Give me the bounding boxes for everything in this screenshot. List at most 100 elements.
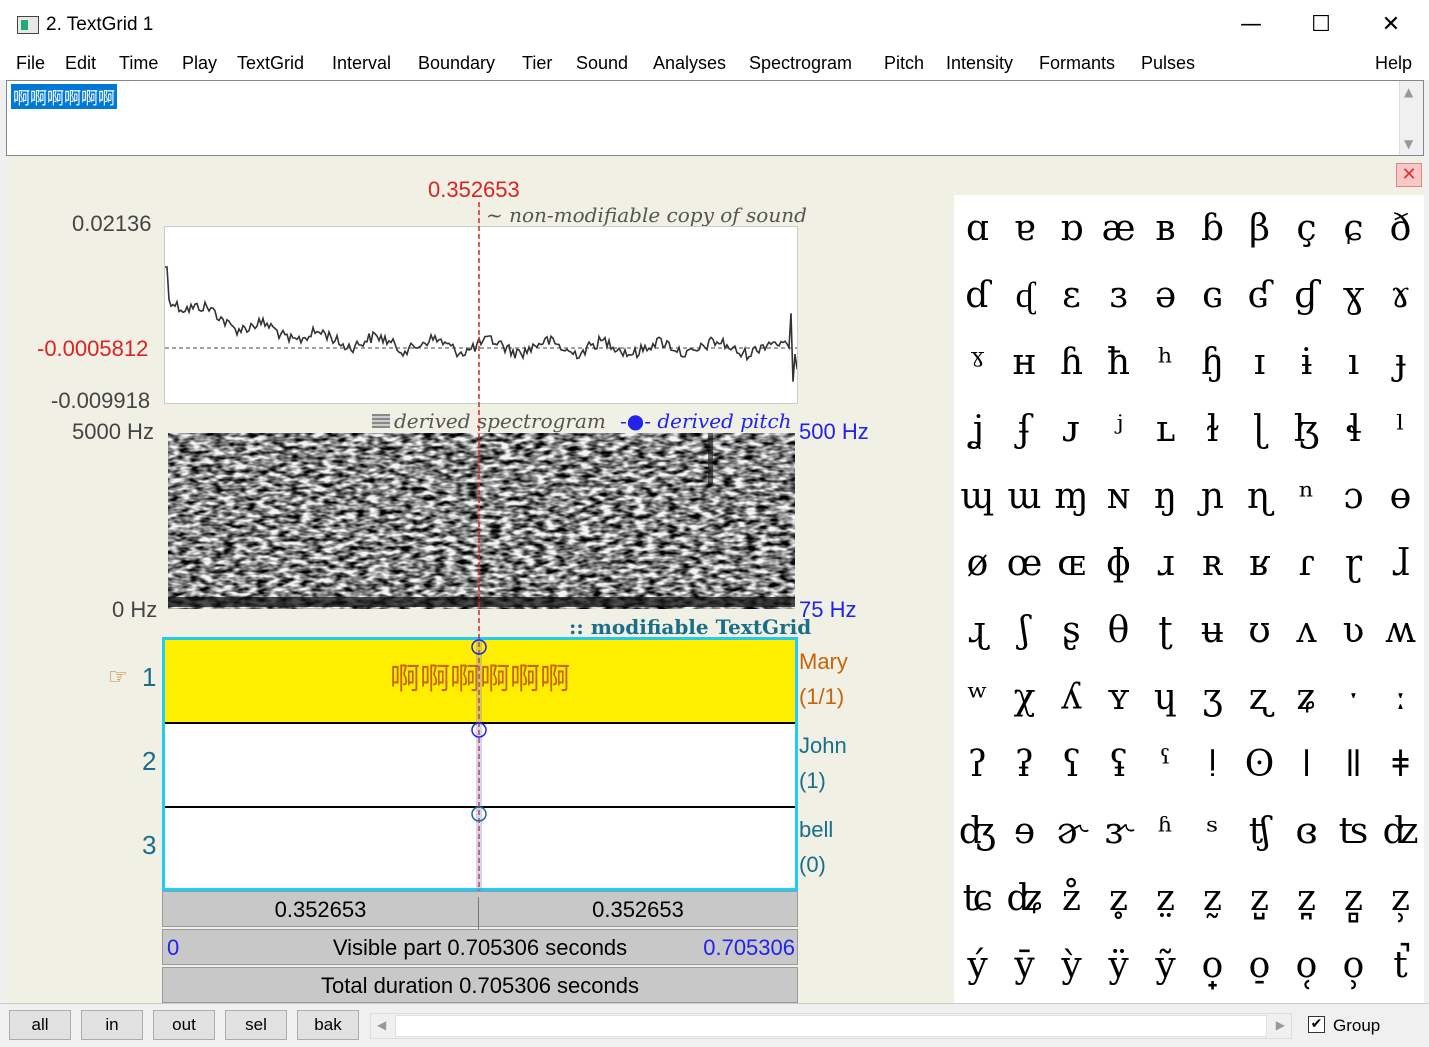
- ipa-symbol-button[interactable]: o̜: [1283, 932, 1330, 999]
- ipa-symbol-button[interactable]: ˤ: [1142, 731, 1189, 798]
- ipa-symbol-button[interactable]: ʙ: [1142, 195, 1189, 262]
- ipa-symbol-button[interactable]: ȳ: [1001, 932, 1048, 999]
- close-ipa-chart-icon[interactable]: ✕: [1396, 163, 1422, 187]
- ipa-symbol-button[interactable]: ʎ: [1048, 664, 1095, 731]
- ipa-symbol-button[interactable]: ʉ: [1189, 597, 1236, 664]
- ipa-symbol-button[interactable]: ɦ: [1048, 329, 1095, 396]
- ipa-symbol-button[interactable]: ǁ: [1330, 731, 1377, 798]
- ipa-symbol-button[interactable]: ɳ: [1236, 463, 1283, 530]
- ipa-symbol-button[interactable]: ɒ: [1048, 195, 1095, 262]
- ipa-symbol-button[interactable]: z̻: [1330, 865, 1377, 932]
- tier-interval-text[interactable]: 啊啊啊啊啊啊: [165, 640, 795, 720]
- close-window-button[interactable]: ✕: [1356, 0, 1426, 48]
- ipa-symbol-button[interactable]: z̥: [1095, 865, 1142, 932]
- ipa-symbol-button[interactable]: ʄ: [1001, 396, 1048, 463]
- ipa-symbol-button[interactable]: ʝ: [954, 396, 1001, 463]
- ipa-symbol-button[interactable]: ʷ: [954, 664, 1001, 731]
- ipa-symbol-button[interactable]: ˡ: [1377, 396, 1424, 463]
- ipa-symbol-button[interactable]: ʋ: [1330, 597, 1377, 664]
- ipa-symbol-button[interactable]: ɭ: [1236, 396, 1283, 463]
- ipa-symbol-button[interactable]: ỳ: [1048, 932, 1095, 999]
- menu-boundary[interactable]: Boundary: [418, 53, 495, 74]
- ipa-symbol-button[interactable]: ɯ: [1001, 463, 1048, 530]
- ipa-symbol-button[interactable]: ʛ: [1236, 262, 1283, 329]
- menu-tier[interactable]: Tier: [522, 53, 552, 74]
- ipa-symbol-button[interactable]: ɰ: [954, 463, 1001, 530]
- textgrid-panel[interactable]: 啊啊啊啊啊啊: [162, 637, 798, 891]
- ipa-symbol-button[interactable]: ɾ: [1283, 530, 1330, 597]
- ipa-symbol-button[interactable]: ħ: [1095, 329, 1142, 396]
- ipa-symbol-button[interactable]: ɲ: [1189, 463, 1236, 530]
- ipa-symbol-button[interactable]: ʣ: [1377, 798, 1424, 865]
- spectrogram-panel[interactable]: [168, 433, 795, 609]
- scroll-left-arrow-icon[interactable]: ◀: [377, 1018, 386, 1032]
- ipa-symbol-button[interactable]: t̚: [1377, 932, 1424, 999]
- menu-file[interactable]: File: [16, 53, 45, 74]
- maximize-button[interactable]: ☐: [1286, 0, 1356, 48]
- tier-bell[interactable]: [165, 808, 795, 888]
- ipa-symbol-button[interactable]: ɐ: [1001, 195, 1048, 262]
- menu-sound[interactable]: Sound: [576, 53, 628, 74]
- ipa-symbol-button[interactable]: ʨ: [954, 865, 1001, 932]
- ipa-symbol-button[interactable]: ʟ: [1142, 396, 1189, 463]
- ipa-symbol-button[interactable]: ɹ: [1142, 530, 1189, 597]
- ipa-symbol-button[interactable]: ɠ: [1283, 262, 1330, 329]
- zoom-back-button[interactable]: bak: [297, 1010, 359, 1040]
- ipa-symbol-button[interactable]: ý: [954, 932, 1001, 999]
- ipa-symbol-button[interactable]: o̟: [1189, 932, 1236, 999]
- ipa-symbol-button[interactable]: ʢ: [1095, 731, 1142, 798]
- ipa-symbol-button[interactable]: ɻ: [954, 597, 1001, 664]
- ipa-symbol-button[interactable]: ɕ: [1330, 195, 1377, 262]
- ipa-symbol-button[interactable]: χ: [1001, 664, 1048, 731]
- ipa-symbol-button[interactable]: ʐ: [1236, 664, 1283, 731]
- ipa-symbol-button[interactable]: θ: [1095, 597, 1142, 664]
- menu-formants[interactable]: Formants: [1039, 53, 1115, 74]
- ipa-symbol-button[interactable]: ʦ: [1330, 798, 1377, 865]
- ipa-symbol-button[interactable]: ʑ: [1283, 664, 1330, 731]
- text-field-scrollbar[interactable]: ▲ ▼: [1399, 81, 1423, 155]
- menu-edit[interactable]: Edit: [65, 53, 96, 74]
- ipa-symbol-button[interactable]: ɛ: [1048, 262, 1095, 329]
- ipa-symbol-button[interactable]: ɧ: [1189, 329, 1236, 396]
- ipa-symbol-button[interactable]: ʁ: [1236, 530, 1283, 597]
- ipa-symbol-button[interactable]: ŋ: [1142, 463, 1189, 530]
- ipa-symbol-button[interactable]: ǀ: [1283, 731, 1330, 798]
- time-scrollbar[interactable]: ◀ ▶: [370, 1013, 1292, 1039]
- menu-analyses[interactable]: Analyses: [653, 53, 726, 74]
- ipa-symbol-button[interactable]: ʕ: [1048, 731, 1095, 798]
- ipa-symbol-button[interactable]: ᶑ: [1001, 262, 1048, 329]
- ipa-symbol-button[interactable]: ʌ: [1283, 597, 1330, 664]
- tier-number-1[interactable]: 1: [142, 662, 156, 693]
- ipa-symbol-button[interactable]: ð: [1377, 195, 1424, 262]
- menu-pulses[interactable]: Pulses: [1141, 53, 1195, 74]
- ipa-symbol-button[interactable]: ʱ: [1142, 798, 1189, 865]
- ipa-symbol-button[interactable]: ʈ: [1142, 597, 1189, 664]
- ipa-symbol-button[interactable]: ʂ: [1048, 597, 1095, 664]
- ipa-symbol-button[interactable]: β: [1236, 195, 1283, 262]
- ipa-symbol-button[interactable]: ɱ: [1048, 463, 1095, 530]
- ipa-symbol-button[interactable]: ɢ: [1189, 262, 1236, 329]
- ipa-symbol-button[interactable]: o̹: [1330, 932, 1377, 999]
- ipa-symbol-button[interactable]: ʀ: [1189, 530, 1236, 597]
- ipa-symbol-button[interactable]: ʔ: [954, 731, 1001, 798]
- menu-pitch[interactable]: Pitch: [884, 53, 924, 74]
- ipa-symbol-button[interactable]: ɞ: [1283, 798, 1330, 865]
- ipa-symbol-button[interactable]: ɵ: [1377, 463, 1424, 530]
- menu-spectrogram[interactable]: Spectrogram: [749, 53, 852, 74]
- ipa-symbol-button[interactable]: ɴ: [1095, 463, 1142, 530]
- scroll-right-arrow-icon[interactable]: ▶: [1276, 1018, 1285, 1032]
- ipa-symbol-button[interactable]: ǃ: [1189, 731, 1236, 798]
- ipa-symbol-button[interactable]: ˢ: [1189, 798, 1236, 865]
- ipa-symbol-button[interactable]: ɚ: [1048, 798, 1095, 865]
- menu-intensity[interactable]: Intensity: [946, 53, 1013, 74]
- ipa-symbol-button[interactable]: ᴊ: [1048, 396, 1095, 463]
- ipa-symbol-button[interactable]: z̪: [1283, 865, 1330, 932]
- ipa-symbol-button[interactable]: ʜ: [1001, 329, 1048, 396]
- group-checkbox[interactable]: ✔: [1308, 1016, 1325, 1033]
- zoom-out-button[interactable]: out: [153, 1010, 215, 1040]
- ipa-symbol-button[interactable]: ʤ: [954, 798, 1001, 865]
- ipa-symbol-button[interactable]: ɔ: [1330, 463, 1377, 530]
- ipa-symbol-button[interactable]: ɸ: [1095, 530, 1142, 597]
- interval-text-field[interactable]: 啊啊啊啊啊啊 ▲ ▼: [6, 80, 1424, 156]
- ipa-symbol-button[interactable]: ı: [1330, 329, 1377, 396]
